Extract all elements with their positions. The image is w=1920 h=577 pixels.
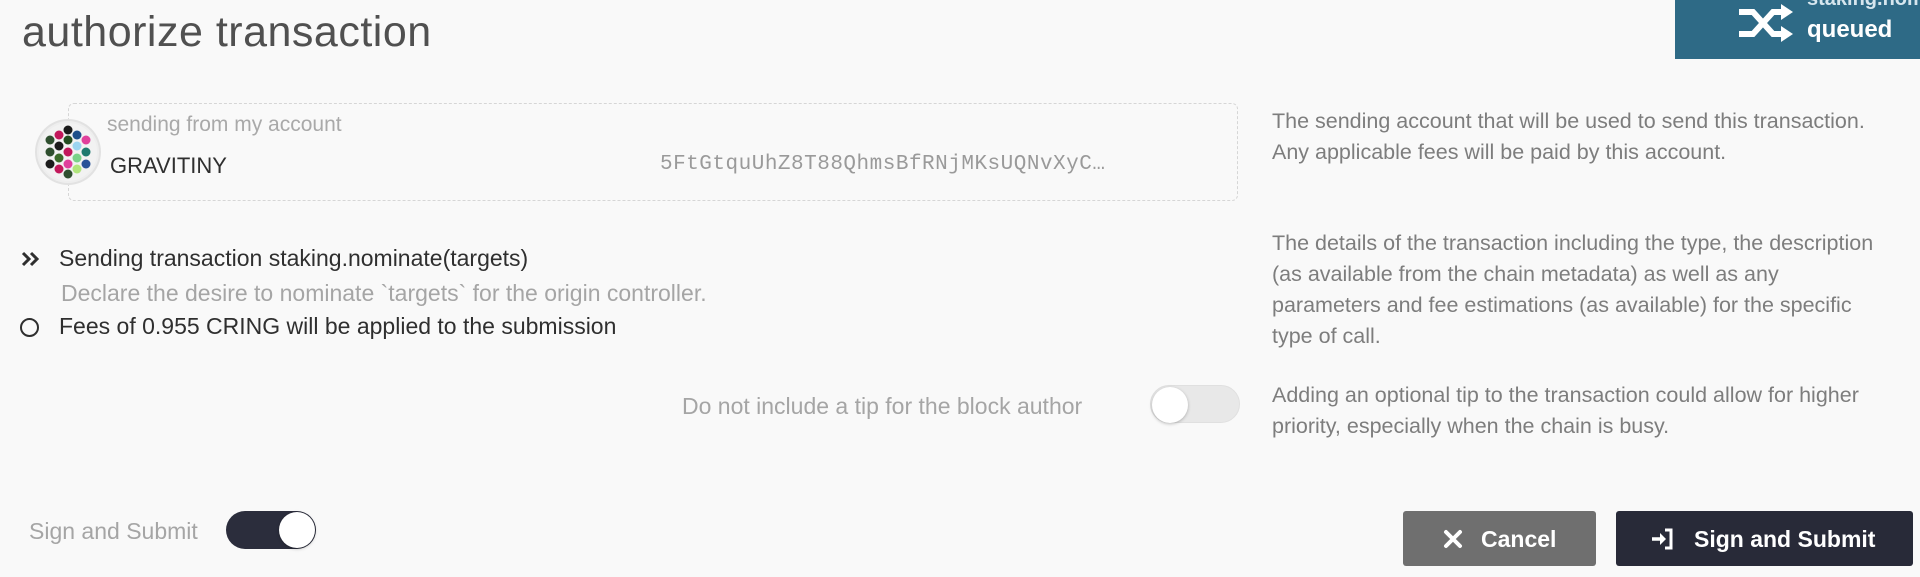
- circle-icon: [20, 318, 39, 337]
- sign-in-icon: [1652, 528, 1673, 550]
- sign-toggle-knob: [279, 512, 315, 548]
- sign-and-submit-button[interactable]: Sign and Submit: [1616, 511, 1913, 566]
- account-identicon: [37, 121, 99, 183]
- close-icon: [1444, 530, 1462, 548]
- shuffle-icon: [1739, 4, 1793, 42]
- identicon: [39, 123, 97, 181]
- help-account: The sending account that will be used to…: [1272, 109, 1865, 164]
- sign-and-submit-button-label: Sign and Submit: [1694, 526, 1876, 552]
- tip-toggle[interactable]: [1150, 385, 1240, 423]
- status-toast[interactable]: staking.nominate queued: [1675, 0, 1920, 59]
- tip-toggle-knob: [1152, 387, 1188, 423]
- cancel-button-label: Cancel: [1481, 526, 1557, 552]
- transaction-summary-text: Sending transaction staking.nominate(tar…: [59, 245, 529, 271]
- help-details: The details of the transaction including…: [1272, 231, 1874, 348]
- toast-method: staking.nominate: [1807, 0, 1920, 11]
- authorize-transaction-modal: authorize transaction staking.nominate q…: [0, 0, 1920, 577]
- transaction-description: Declare the desire to nominate `targets`…: [61, 280, 707, 306]
- toast-status: queued: [1807, 16, 1893, 43]
- account-address: 5FtGtquUhZ8T88QhmsBfRNjMKsUQNvXyC…: [660, 153, 1106, 176]
- tip-label: Do not include a tip for the block autho…: [682, 393, 1083, 419]
- fee-text: Fees of 0.955 CRING will be applied to t…: [59, 313, 617, 339]
- account-label: sending from my account: [107, 113, 342, 136]
- help-tip: Adding an optional tip to the transactio…: [1272, 383, 1859, 438]
- modal-title: authorize transaction: [22, 8, 432, 56]
- sign-and-submit-toggle[interactable]: [226, 511, 316, 549]
- account-name: GRAVITINY: [110, 153, 227, 178]
- cancel-button[interactable]: Cancel: [1403, 511, 1596, 566]
- double-chevron-right-icon: [21, 251, 40, 267]
- sign-and-submit-label: Sign and Submit: [29, 518, 198, 544]
